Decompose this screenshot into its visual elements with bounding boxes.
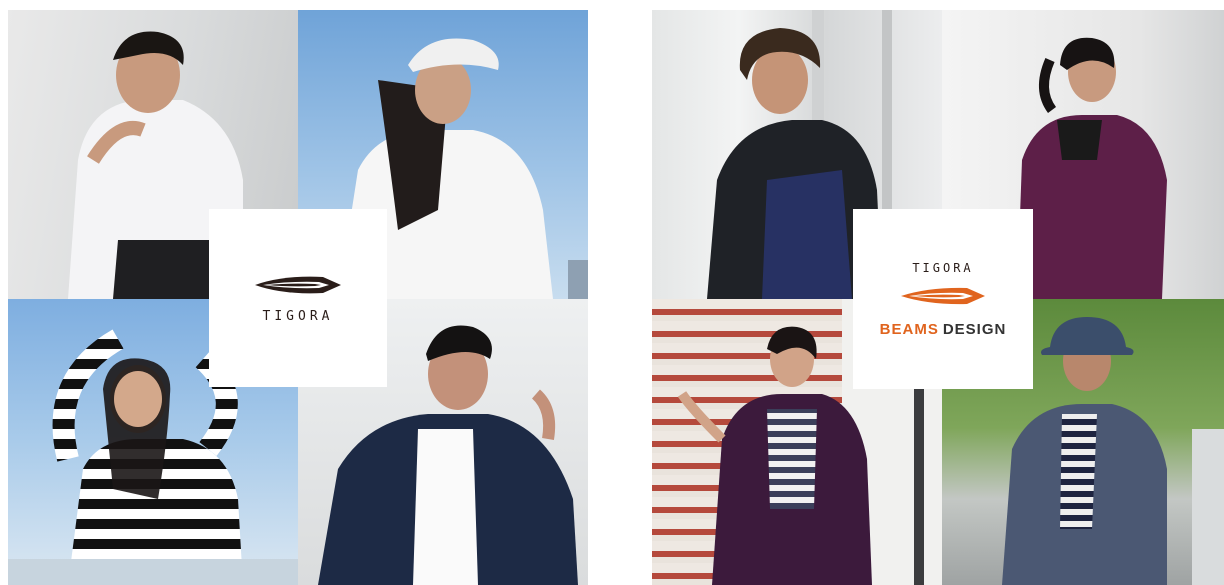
tigora-wordmark: TIGORA — [262, 308, 334, 324]
tigora-beams-design-logo-card: TIGORA BEAMS DESIGN — [853, 209, 1033, 389]
tigora-swoosh-orange-icon — [901, 287, 985, 304]
tigora-logo-card: TIGORA — [209, 209, 387, 387]
tigora-wordmark: TIGORA — [912, 260, 974, 275]
tigora-swoosh-icon — [255, 276, 341, 293]
beams-label: BEAMS — [879, 320, 939, 338]
design-label: DESIGN — [942, 320, 1007, 338]
beams-design-wordmark: BEAMS DESIGN — [880, 321, 1007, 338]
